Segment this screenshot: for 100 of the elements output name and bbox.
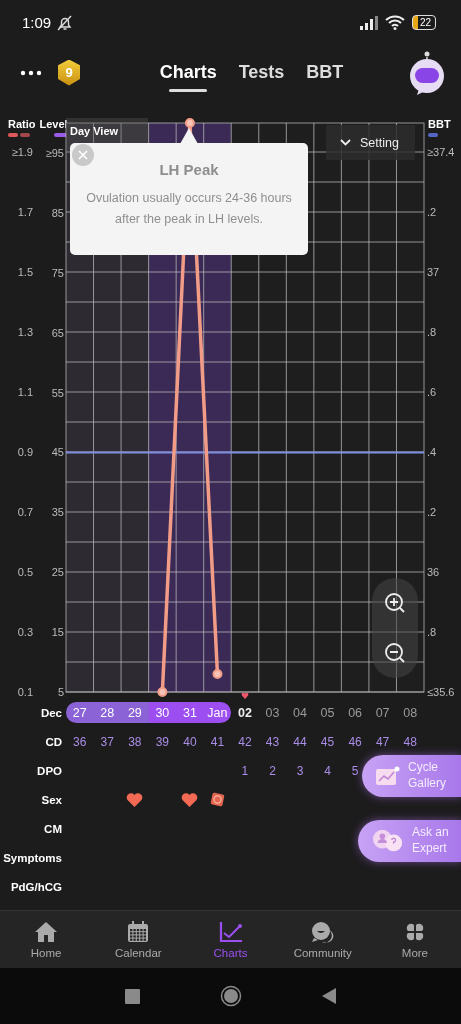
legend-swatch xyxy=(428,133,438,137)
data-point[interactable] xyxy=(184,118,195,128)
row-label: Sex xyxy=(40,792,63,808)
row-label: DPO xyxy=(36,763,63,779)
nav-tab[interactable]: Charts xyxy=(184,911,277,968)
date-cell[interactable]: 30 xyxy=(148,702,177,723)
data-point[interactable] xyxy=(157,687,168,697)
recents-button[interactable] xyxy=(125,988,140,1004)
axis-label: 35 xyxy=(50,505,64,521)
legend-swatch xyxy=(53,133,68,137)
axis-label: 25 xyxy=(50,565,64,581)
tooltip-text: Ovulation usually occurs 24-36 hours after the peak in LH levels. xyxy=(85,190,293,228)
chat-bubbles-icon xyxy=(372,828,404,854)
axis-label: .2 xyxy=(427,505,438,520)
date-cell[interactable]: 08 xyxy=(396,702,424,723)
axis-label: 45 xyxy=(50,445,64,461)
wifi-icon xyxy=(384,15,405,30)
date-cell[interactable]: 07 xyxy=(368,702,397,723)
zoom-out-icon[interactable] xyxy=(384,642,406,664)
nav-tab[interactable]: Calendar xyxy=(92,911,185,968)
axis-label: .8 xyxy=(427,625,438,640)
axis-label: 15 xyxy=(50,625,64,641)
date-cell[interactable]: 27 xyxy=(66,702,94,723)
axis-label: 1.5 xyxy=(16,265,33,280)
cycle-day: 40 xyxy=(176,727,204,756)
clock-time: 1:09 xyxy=(22,14,52,31)
row-label: PdG/hCG xyxy=(9,879,63,895)
legend-swatch xyxy=(8,133,18,137)
tab[interactable]: Charts xyxy=(159,56,217,89)
heart-icon xyxy=(126,792,144,807)
axis-label: 5 xyxy=(56,684,64,700)
tab[interactable]: BBT xyxy=(306,56,344,89)
row-label: Dec xyxy=(39,705,63,721)
axis-label: 0.5 xyxy=(16,565,33,580)
axis-label: 0.9 xyxy=(16,445,33,460)
tab[interactable]: Tests xyxy=(238,56,285,89)
cycle-day: 38 xyxy=(121,727,149,756)
dpo-value: 3 xyxy=(295,762,305,780)
nav-tab[interactable]: Home xyxy=(0,911,93,968)
axis-label: ≤35.6 xyxy=(427,685,456,700)
axis-label: 75 xyxy=(50,265,64,281)
cycle-day: 44 xyxy=(286,727,314,756)
dpo-value: 5 xyxy=(350,762,360,780)
date-cell[interactable]: Jan xyxy=(203,702,232,723)
date-cell[interactable]: 28 xyxy=(93,702,122,723)
battery-indicator: 22 xyxy=(411,15,436,30)
axis-label: .2 xyxy=(427,205,438,220)
chart-picture-icon xyxy=(376,766,400,786)
nav-tab[interactable]: Community xyxy=(276,911,369,968)
cycle-day: 45 xyxy=(313,727,342,756)
nav-tab[interactable]: More xyxy=(368,911,461,968)
dpo-value: 2 xyxy=(268,762,277,780)
legend-label: BBT xyxy=(428,118,451,130)
date-cell[interactable]: 29 xyxy=(121,702,149,723)
home-icon xyxy=(35,920,58,943)
cycle-day: 43 xyxy=(258,727,287,756)
cycle-day: 46 xyxy=(341,727,369,756)
calendar-icon xyxy=(127,920,150,943)
chevron-down-icon xyxy=(340,139,351,146)
axis-label: 1.7 xyxy=(16,205,33,220)
axis-label: 85 xyxy=(50,205,64,221)
back-button[interactable] xyxy=(322,988,336,1004)
date-cell[interactable]: 06 xyxy=(341,702,369,723)
robot-assistant-icon[interactable] xyxy=(409,50,445,95)
home-button[interactable] xyxy=(220,985,242,1007)
axis-label: 0.3 xyxy=(16,625,33,640)
setting-dropdown[interactable]: Setting xyxy=(326,125,415,160)
cycle-day: 42 xyxy=(231,727,259,756)
axis-label: .4 xyxy=(427,445,438,460)
date-cell[interactable]: 31 xyxy=(176,702,204,723)
legend-label: Ratio xyxy=(8,118,36,130)
axis-label: .6 xyxy=(427,385,438,400)
dpo-value: 4 xyxy=(323,762,332,780)
condom-icon xyxy=(209,792,225,807)
date-cell[interactable]: 03 xyxy=(258,702,287,723)
axis-label: 55 xyxy=(50,385,64,401)
signal-icon xyxy=(359,15,378,30)
close-icon xyxy=(78,150,88,160)
heart-icon xyxy=(181,792,199,807)
row-label: CM xyxy=(43,821,63,837)
axis-label: 1.1 xyxy=(16,385,33,400)
row-label: CD xyxy=(44,734,63,750)
cycle-day: 41 xyxy=(203,727,232,756)
legend-swatch xyxy=(20,133,30,137)
date-cell[interactable]: 04 xyxy=(286,702,314,723)
axis-label: 0.7 xyxy=(16,505,33,520)
axis-label: ≥95 xyxy=(44,145,64,161)
axis-label: 37 xyxy=(427,265,441,280)
row-label: Symptoms xyxy=(2,850,63,866)
axis-label: ≥1.9 xyxy=(10,145,33,160)
tooltip-title: LH Peak xyxy=(158,161,220,178)
data-point[interactable] xyxy=(212,669,223,680)
date-cell[interactable]: 05 xyxy=(313,702,342,723)
cycle-day: 48 xyxy=(396,727,424,756)
zoom-in-icon[interactable] xyxy=(384,592,406,614)
date-cell[interactable]: 02 xyxy=(231,702,259,723)
line-chart-icon xyxy=(218,920,243,943)
chat-bubbles-icon xyxy=(310,920,335,943)
today-marker-icon xyxy=(241,693,249,699)
more-options-icon[interactable] xyxy=(20,69,42,76)
